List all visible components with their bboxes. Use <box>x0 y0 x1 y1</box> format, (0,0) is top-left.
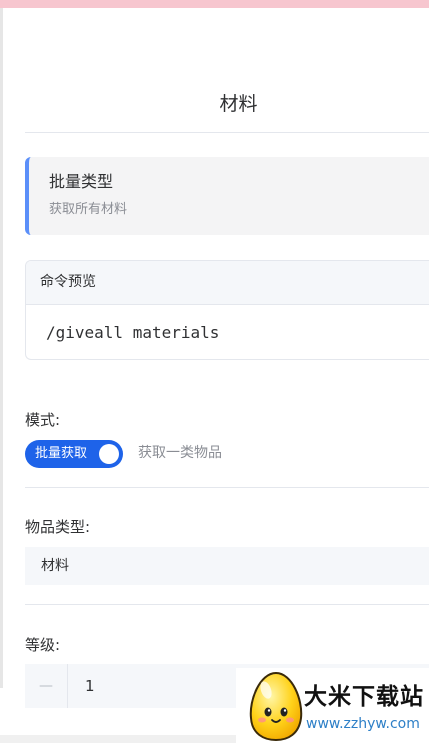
status-bar <box>0 0 429 8</box>
batch-type-info-card: 批量类型 获取所有材料 <box>25 157 429 235</box>
watermark-title: 大米下载站 <box>304 684 424 710</box>
title-divider <box>25 132 429 133</box>
mode-label: 模式: <box>25 411 61 429</box>
command-preview-text[interactable]: /giveall materials <box>26 305 429 359</box>
page-title: 材料 <box>219 93 258 115</box>
level-label: 等级: <box>25 636 61 654</box>
info-card-description: 获取所有材料 <box>49 202 128 217</box>
mode-divider <box>25 487 429 488</box>
watermark-url: www.zzhyw.com <box>306 716 420 732</box>
command-preview-card: 命令预览 /giveall materials <box>25 260 429 360</box>
batch-mode-toggle[interactable]: 批量获取 <box>25 440 123 468</box>
toggle-label: 批量获取 <box>35 446 88 461</box>
toggle-knob <box>99 444 119 464</box>
watermark: 大米下载站 www.zzhyw.com <box>236 668 429 743</box>
level-decrement-button[interactable]: — <box>25 664 68 708</box>
info-card-title: 批量类型 <box>49 172 114 191</box>
level-value-input[interactable]: 1 <box>85 664 95 708</box>
item-type-select[interactable]: 材料 <box>25 547 429 585</box>
item-type-divider <box>25 604 429 605</box>
item-type-label: 物品类型: <box>25 518 91 536</box>
mode-alt-description: 获取一类物品 <box>138 445 222 461</box>
bottom-bar <box>0 735 240 743</box>
mascot-egg-icon <box>249 671 303 742</box>
command-preview-header: 命令预览 <box>26 261 429 305</box>
